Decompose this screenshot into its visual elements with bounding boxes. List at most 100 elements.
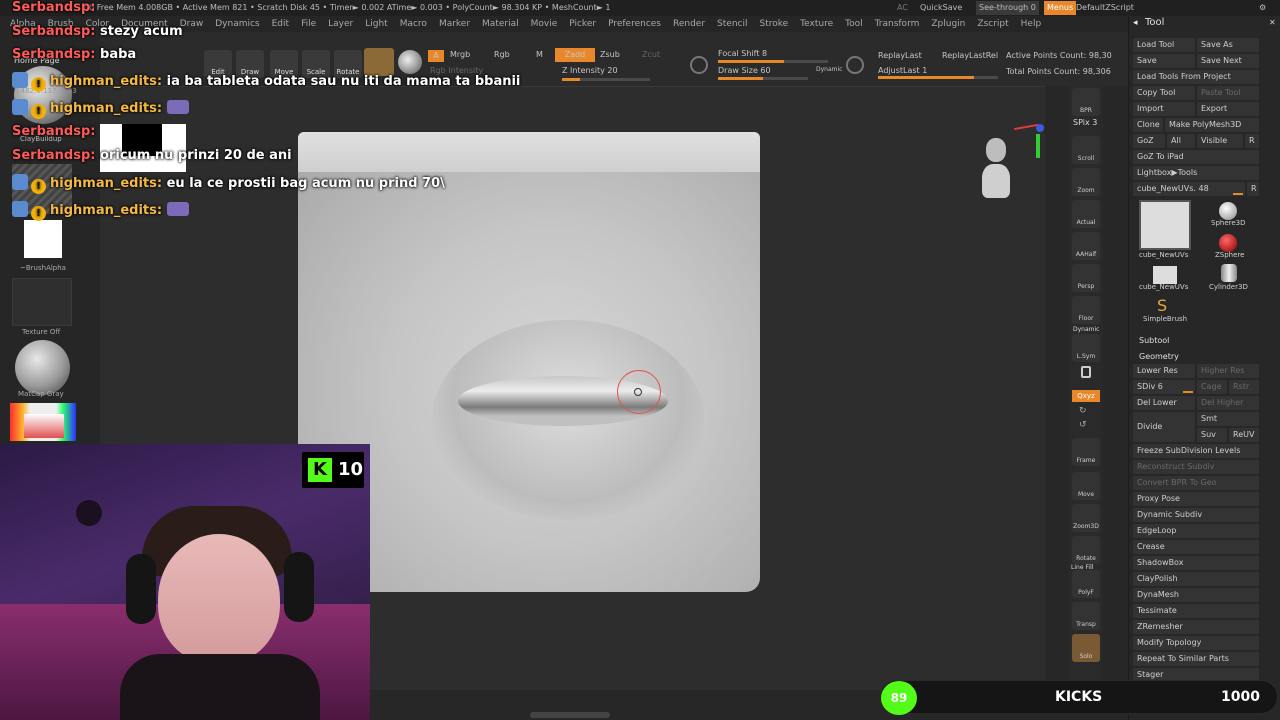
clone-button[interactable]: Clone	[1133, 118, 1163, 132]
higher-res-button[interactable]: Higher Res	[1197, 364, 1259, 378]
divide-button[interactable]: Divide	[1133, 412, 1195, 442]
stroke-icon[interactable]	[690, 56, 708, 74]
del-higher-button[interactable]: Del Higher	[1197, 396, 1259, 410]
subpalette-proxy-pose[interactable]: Proxy Pose	[1133, 492, 1259, 506]
save-button[interactable]: Save	[1133, 54, 1195, 68]
rotate-view-button[interactable]: Rotate	[1072, 536, 1100, 564]
menu-marker[interactable]: Marker	[439, 16, 470, 32]
subpalette-zremesher[interactable]: ZRemesher	[1133, 620, 1259, 634]
paste-tool-button[interactable]: Paste Tool	[1197, 86, 1259, 100]
rstr-button[interactable]: Rstr	[1229, 380, 1259, 394]
save-next-button[interactable]: Save Next	[1197, 54, 1259, 68]
menu-layer[interactable]: Layer	[328, 16, 353, 32]
subpalette-tessimate[interactable]: Tessimate	[1133, 604, 1259, 618]
subpalette-repeat-to-similar-parts[interactable]: Repeat To Similar Parts	[1133, 652, 1259, 666]
quicksave-button[interactable]: QuickSave	[920, 0, 962, 16]
frame-button[interactable]: Frame	[1072, 438, 1100, 466]
import-button[interactable]: Import	[1133, 102, 1195, 116]
freeze-subdiv-button[interactable]: Freeze SubDivision Levels	[1133, 444, 1259, 458]
dynamic-solo-button[interactable]: Solo	[1072, 634, 1100, 662]
goz-button[interactable]: GoZ	[1133, 134, 1165, 148]
goz-ipad-button[interactable]: GoZ To iPad	[1133, 150, 1259, 164]
reconstruct-subdiv-button[interactable]: Reconstruct Subdiv	[1133, 460, 1259, 474]
draw-size-slider[interactable]: Draw Size 60	[718, 66, 771, 75]
menu-zscript[interactable]: Zscript	[977, 16, 1008, 32]
menu-material[interactable]: Material	[482, 16, 519, 32]
save-as-button[interactable]: Save As	[1197, 38, 1259, 52]
menu-picker[interactable]: Picker	[569, 16, 596, 32]
lazy-mouse-icon[interactable]	[846, 56, 864, 74]
seethrough-slider[interactable]: See-through 0	[976, 1, 1039, 15]
move-view-button[interactable]: Move	[1072, 472, 1100, 500]
subpalette-modify-topology[interactable]: Modify Topology	[1133, 636, 1259, 650]
menu-edit[interactable]: Edit	[272, 16, 289, 32]
persp-button[interactable]: Persp	[1072, 264, 1100, 292]
subpalette-claypolish[interactable]: ClayPolish	[1133, 572, 1259, 586]
menu-render[interactable]: Render	[673, 16, 705, 32]
zsub-button[interactable]: Zsub	[600, 50, 620, 59]
menus-button[interactable]: Menus	[1044, 1, 1077, 15]
subpalette-shadowbox[interactable]: ShadowBox	[1133, 556, 1259, 570]
color-swatch[interactable]	[24, 414, 64, 438]
suv-toggle[interactable]: Suv	[1197, 428, 1227, 442]
subtool-section[interactable]: Subtool	[1139, 334, 1169, 348]
horizontal-scrollbar[interactable]	[530, 712, 610, 718]
z-intensity-track[interactable]	[562, 78, 650, 81]
geometry-section[interactable]: Geometry	[1139, 350, 1179, 364]
lightbox-tools-button[interactable]: Lightbox▶Tools	[1133, 166, 1259, 180]
menu-dynamics[interactable]: Dynamics	[215, 16, 259, 32]
rotate-y-icon[interactable]: ↻	[1079, 406, 1087, 416]
goz-visible-button[interactable]: Visible	[1197, 134, 1243, 148]
m-button[interactable]: M	[536, 50, 543, 59]
goz-r-button[interactable]: R	[1245, 134, 1259, 148]
draw-size-track[interactable]	[718, 77, 808, 80]
smt-toggle[interactable]: Smt	[1197, 412, 1259, 426]
subpalette-crease[interactable]: Crease	[1133, 540, 1259, 554]
zoom-button[interactable]: Zoom	[1072, 168, 1100, 196]
transp-button[interactable]: Transp	[1072, 602, 1100, 630]
axis-gizmo[interactable]	[1010, 123, 1046, 160]
load-tools-project-button[interactable]: Load Tools From Project	[1133, 70, 1259, 84]
focal-shift-track[interactable]	[718, 60, 828, 63]
alpha-thumbnail[interactable]	[24, 220, 62, 258]
current-tool-r-button[interactable]: R	[1247, 182, 1259, 196]
close-icon[interactable]: ✕	[1269, 18, 1276, 27]
z-intensity-slider[interactable]: Z Intensity 20	[562, 66, 618, 75]
aahalf-button[interactable]: AAHalf	[1072, 232, 1100, 260]
del-lower-button[interactable]: Del Lower	[1133, 396, 1195, 410]
tool-thumb-cube[interactable]	[1139, 200, 1191, 250]
focal-shift-slider[interactable]: Focal Shift 8	[718, 49, 767, 58]
sphere-icon[interactable]	[398, 50, 422, 74]
reuv-toggle[interactable]: ReUV	[1229, 428, 1259, 442]
subpalette-dynamesh[interactable]: DynaMesh	[1133, 588, 1259, 602]
export-button[interactable]: Export	[1197, 102, 1259, 116]
rgb-button[interactable]: Rgb	[494, 50, 510, 59]
actual-button[interactable]: Actual	[1072, 200, 1100, 228]
settings-icon[interactable]: ⚙	[1259, 0, 1266, 16]
spix-slider[interactable]: SPix 3	[1073, 118, 1097, 127]
menu-macro[interactable]: Macro	[400, 16, 427, 32]
adjustlast-slider[interactable]: AdjustLast 1	[878, 66, 927, 75]
rotate-z-icon[interactable]: ↺	[1079, 420, 1087, 430]
a-button[interactable]: A	[428, 50, 444, 62]
subpalette-dynamic-subdiv[interactable]: Dynamic Subdiv	[1133, 508, 1259, 522]
menu-help[interactable]: Help	[1021, 16, 1042, 32]
load-tool-button[interactable]: Load Tool	[1133, 38, 1195, 52]
adjustlast-track[interactable]	[878, 76, 998, 79]
goz-all-button[interactable]: All	[1167, 134, 1195, 148]
navigation-head-gizmo[interactable]	[982, 138, 1010, 200]
lsym-button[interactable]: L.Sym	[1072, 334, 1100, 362]
mrgb-button[interactable]: Mrgb	[450, 50, 470, 59]
menu-stroke[interactable]: Stroke	[759, 16, 788, 32]
lock-icon[interactable]	[1081, 366, 1091, 378]
menu-movie[interactable]: Movie	[531, 16, 558, 32]
dynamic-toggle[interactable]: Dynamic	[816, 66, 842, 73]
copy-tool-button[interactable]: Copy Tool	[1133, 86, 1195, 100]
lower-res-button[interactable]: Lower Res	[1133, 364, 1195, 378]
script-name[interactable]: DefaultZScript	[1076, 0, 1134, 16]
scroll-button[interactable]: Scroll	[1072, 136, 1100, 164]
current-tool-slider[interactable]: cube_NewUVs. 48	[1133, 182, 1245, 196]
zadd-button[interactable]: Zadd	[555, 48, 595, 62]
menu-transform[interactable]: Transform	[875, 16, 920, 32]
floor-button[interactable]: Floor	[1072, 296, 1100, 324]
